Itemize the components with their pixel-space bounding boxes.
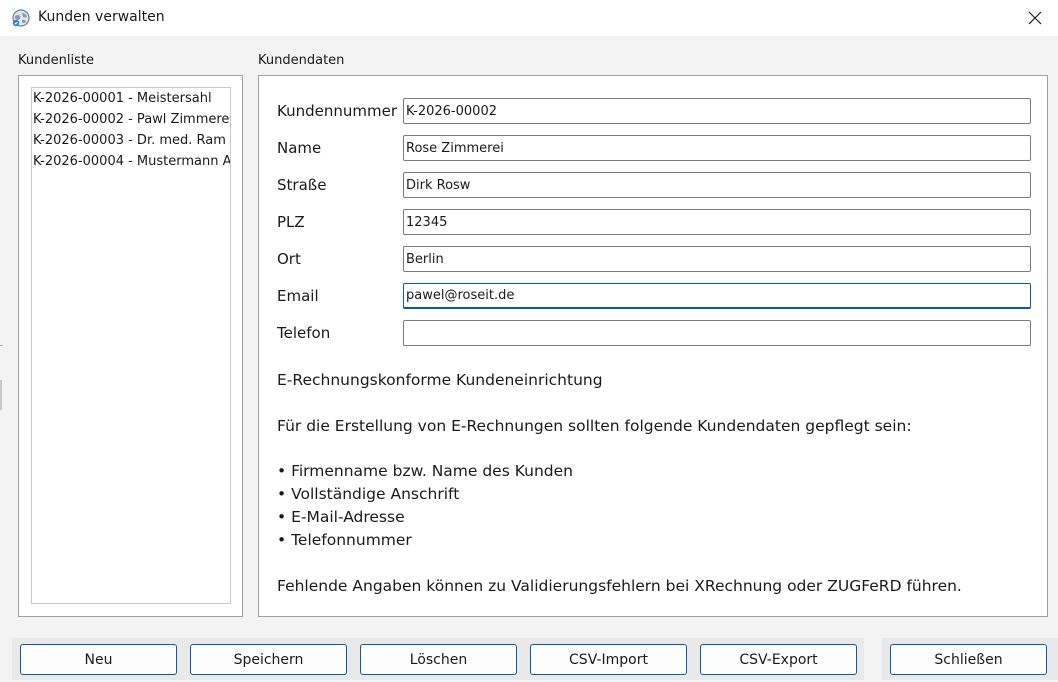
delete-button[interactable]: Löschen — [360, 644, 517, 675]
title-bar: Kunden verwalten — [0, 0, 1058, 36]
close-button[interactable]: Schließen — [890, 644, 1047, 675]
customer-number-field[interactable] — [403, 98, 1031, 124]
phone-label: Telefon — [277, 324, 331, 342]
info-bullet: • Vollständige Anschrift — [277, 485, 460, 503]
street-field[interactable] — [403, 172, 1031, 198]
info-intro: Für die Erstellung von E-Rechnungen soll… — [277, 417, 912, 435]
info-bullet: • Firmenname bzw. Name des Kunden — [277, 462, 573, 480]
customer-number-label: Kundennummer — [277, 102, 397, 120]
name-field[interactable] — [403, 135, 1031, 161]
customer-dialog: Kunden verwalten Kundenliste K-2026-0000… — [0, 0, 1058, 682]
phone-field[interactable] — [403, 320, 1031, 346]
list-item[interactable]: K-2026-00001 - Meistersahl — [32, 88, 230, 109]
customer-list-group: K-2026-00001 - Meistersahl K-2026-00002 … — [18, 75, 243, 617]
customer-data-group: Kundennummer Name Straße PLZ Ort Email T… — [258, 75, 1048, 617]
close-window-button[interactable] — [1012, 0, 1058, 36]
city-field[interactable] — [403, 246, 1031, 272]
email-field[interactable] — [403, 283, 1031, 309]
customer-list-label: Kundenliste — [18, 53, 94, 68]
info-footer: Fehlende Angaben können zu Validierungsf… — [277, 577, 962, 595]
name-label: Name — [277, 139, 322, 157]
street-label: Straße — [277, 176, 327, 194]
info-bullet: • E-Mail-Adresse — [277, 508, 405, 526]
edge-divider — [0, 380, 2, 410]
list-item[interactable]: K-2026-00002 - Pawl Zimmerei — [32, 109, 230, 130]
email-label: Email — [277, 287, 319, 305]
close-icon — [1028, 11, 1042, 25]
new-button[interactable]: Neu — [20, 644, 177, 675]
app-globe-icon — [12, 9, 30, 27]
edge-divider — [0, 345, 3, 346]
info-heading: E-Rechnungskonforme Kundeneinrichtung — [277, 371, 603, 389]
info-bullet: • Telefonnummer — [277, 531, 412, 549]
zip-label: PLZ — [277, 213, 305, 231]
csv-export-button[interactable]: CSV-Export — [700, 644, 857, 675]
customer-list[interactable]: K-2026-00001 - Meistersahl K-2026-00002 … — [31, 87, 231, 604]
customer-data-label: Kundendaten — [258, 53, 345, 68]
save-button[interactable]: Speichern — [190, 644, 347, 675]
city-label: Ort — [277, 250, 301, 268]
window-title: Kunden verwalten — [38, 9, 165, 25]
zip-field[interactable] — [403, 209, 1031, 235]
list-item[interactable]: K-2026-00004 - Mustermann A — [32, 151, 230, 172]
csv-import-button[interactable]: CSV-Import — [530, 644, 687, 675]
list-item[interactable]: K-2026-00003 - Dr. med. Ram — [32, 130, 230, 151]
